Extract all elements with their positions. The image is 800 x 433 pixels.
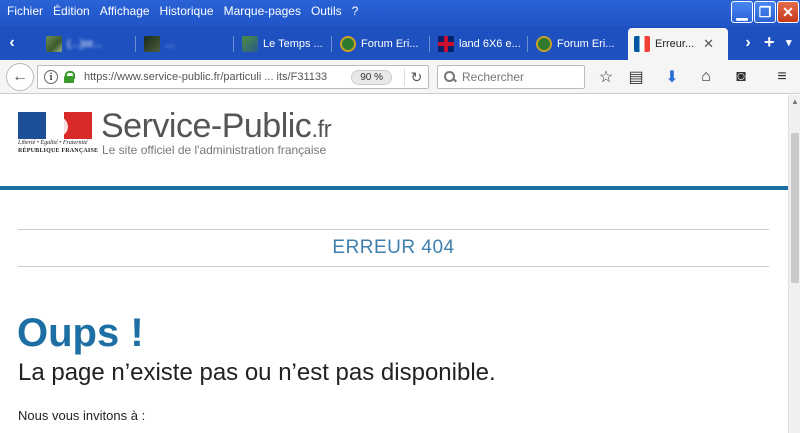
menu-historique[interactable]: Historique — [155, 3, 219, 19]
menu-outils[interactable]: Outils — [306, 3, 347, 19]
home-icon: ⌂ — [701, 68, 711, 85]
tab-le-temps[interactable]: Le Temps ... — [236, 30, 332, 58]
tab-land[interactable]: land 6X6 e... — [432, 30, 528, 58]
site-tld: .fr — [311, 116, 332, 143]
arrow-left-icon: ← — [12, 68, 28, 85]
scroll-thumb[interactable] — [791, 133, 799, 283]
minimize-button[interactable]: ▁ — [731, 1, 753, 23]
menu-fichier[interactable]: Fichier — [2, 3, 48, 19]
tab-2[interactable]: ... — [138, 30, 234, 58]
tab-1[interactable]: (...)or... — [40, 30, 136, 58]
site-logo-text[interactable]: Service-Public.fr — [101, 107, 332, 146]
search-icon — [444, 71, 456, 83]
tab-list-button[interactable]: ▾ — [786, 36, 792, 49]
chevron-down-icon: ▾ — [786, 37, 792, 49]
error-code: ERREUR 404 — [332, 237, 455, 258]
devise-text: Liberté • Égalité • Fraternité — [18, 140, 88, 146]
tab-label: Erreur... — [655, 38, 695, 50]
forum-favicon-icon — [536, 36, 552, 52]
marianne-profile-icon — [48, 116, 68, 136]
minimize-icon: ▁ — [736, 3, 748, 20]
navigation-toolbar: ← i https://www.service-public.fr/partic… — [0, 60, 800, 94]
forum-favicon-icon — [340, 36, 356, 52]
site-tagline: Le site officiel de l'administration fra… — [102, 143, 327, 157]
dark-favicon-icon — [144, 36, 160, 52]
download-arrow-icon: ⬇ — [665, 69, 679, 86]
search-placeholder: Rechercher — [462, 70, 525, 84]
tab-label: ... — [165, 38, 175, 50]
hamburger-icon: ≡ — [777, 68, 787, 85]
menu-affichage[interactable]: Affichage — [95, 3, 155, 19]
weather-favicon-icon — [242, 36, 258, 52]
menu-edition[interactable]: Édition — [48, 3, 95, 19]
pocket-button[interactable]: ◙ — [731, 67, 751, 87]
marianne-logo[interactable] — [18, 112, 92, 139]
tab-forum-1[interactable]: Forum Eri... — [334, 30, 430, 58]
page-title: Oups ! — [17, 311, 144, 355]
back-button[interactable]: ← — [6, 63, 34, 91]
site-name: Service-Public — [101, 107, 312, 145]
window-controls: ▁ ❐ ✕ — [731, 1, 799, 23]
zoom-level-badge[interactable]: 90 % — [351, 69, 392, 85]
url-bar[interactable]: i https://www.service-public.fr/particul… — [37, 65, 429, 89]
maximize-button[interactable]: ❐ — [754, 1, 776, 23]
tab-label: Forum Eri... — [361, 38, 419, 50]
home-button[interactable]: ⌂ — [696, 67, 716, 87]
tab-label: Forum Eri... — [557, 38, 615, 50]
tab-label: Le Temps ... — [263, 38, 323, 50]
invite-text: Nous vous invitons à : — [18, 408, 146, 423]
downloads-button[interactable]: ⬇ — [662, 67, 682, 87]
page-content: Liberté • Égalité • Fraternité RÉPUBLIQU… — [0, 95, 788, 433]
tab-bar: ‹ (...)or... ... Le Temps ... Forum Eri.… — [0, 26, 800, 60]
close-tab-icon[interactable]: ✕ — [703, 36, 714, 52]
new-tab-button[interactable]: + — [764, 32, 775, 53]
error-banner: ERREUR 404 — [18, 229, 769, 267]
page-subtitle: La page n’existe pas ou n’est pas dispon… — [18, 359, 496, 386]
header-divider — [0, 186, 788, 190]
lock-icon — [64, 71, 75, 83]
menu-button[interactable]: ≡ — [772, 67, 792, 87]
bookmarks-library-button[interactable]: ▤ — [626, 67, 646, 87]
tab-scroll-left-button[interactable]: ‹ — [2, 30, 22, 56]
chevron-right-icon: › — [745, 34, 751, 51]
bookmark-star-button[interactable]: ☆ — [596, 67, 616, 87]
info-icon[interactable]: i — [44, 70, 58, 84]
tab-label: (...)or... — [67, 38, 102, 50]
menu-bar: Fichier Édition Affichage Historique Mar… — [2, 3, 363, 19]
close-icon: ✕ — [782, 3, 794, 20]
republique-francaise-text: RÉPUBLIQUE FRANÇAISE — [18, 148, 99, 154]
menu-aide[interactable]: ? — [347, 3, 364, 19]
clipboard-icon: ▤ — [628, 69, 644, 86]
uk-flag-favicon-icon — [438, 36, 454, 52]
url-text[interactable]: https://www.service-public.fr/particuli … — [84, 71, 351, 83]
plus-icon: + — [764, 32, 775, 52]
tab-erreur-active[interactable]: Erreur... ✕ — [628, 28, 728, 60]
reload-icon[interactable]: ↻ — [404, 68, 428, 86]
close-window-button[interactable]: ✕ — [777, 1, 799, 23]
search-bar[interactable]: Rechercher — [437, 65, 585, 89]
star-icon: ☆ — [598, 69, 614, 86]
restore-icon: ❐ — [758, 3, 772, 20]
window-titlebar: Fichier Édition Affichage Historique Mar… — [0, 0, 800, 26]
tab-label: land 6X6 e... — [459, 38, 521, 50]
chevron-left-icon: ‹ — [9, 34, 15, 51]
photo-favicon-icon — [46, 36, 62, 52]
scroll-up-icon[interactable]: ▲ — [791, 97, 799, 106]
tab-scroll-right-button[interactable]: › — [738, 30, 758, 56]
vertical-scrollbar[interactable]: ▲ — [788, 95, 800, 433]
french-flag-favicon-icon — [634, 36, 650, 52]
pocket-icon: ◙ — [736, 68, 746, 85]
menu-marque-pages[interactable]: Marque-pages — [219, 3, 306, 19]
tab-forum-2[interactable]: Forum Eri... — [530, 30, 626, 58]
